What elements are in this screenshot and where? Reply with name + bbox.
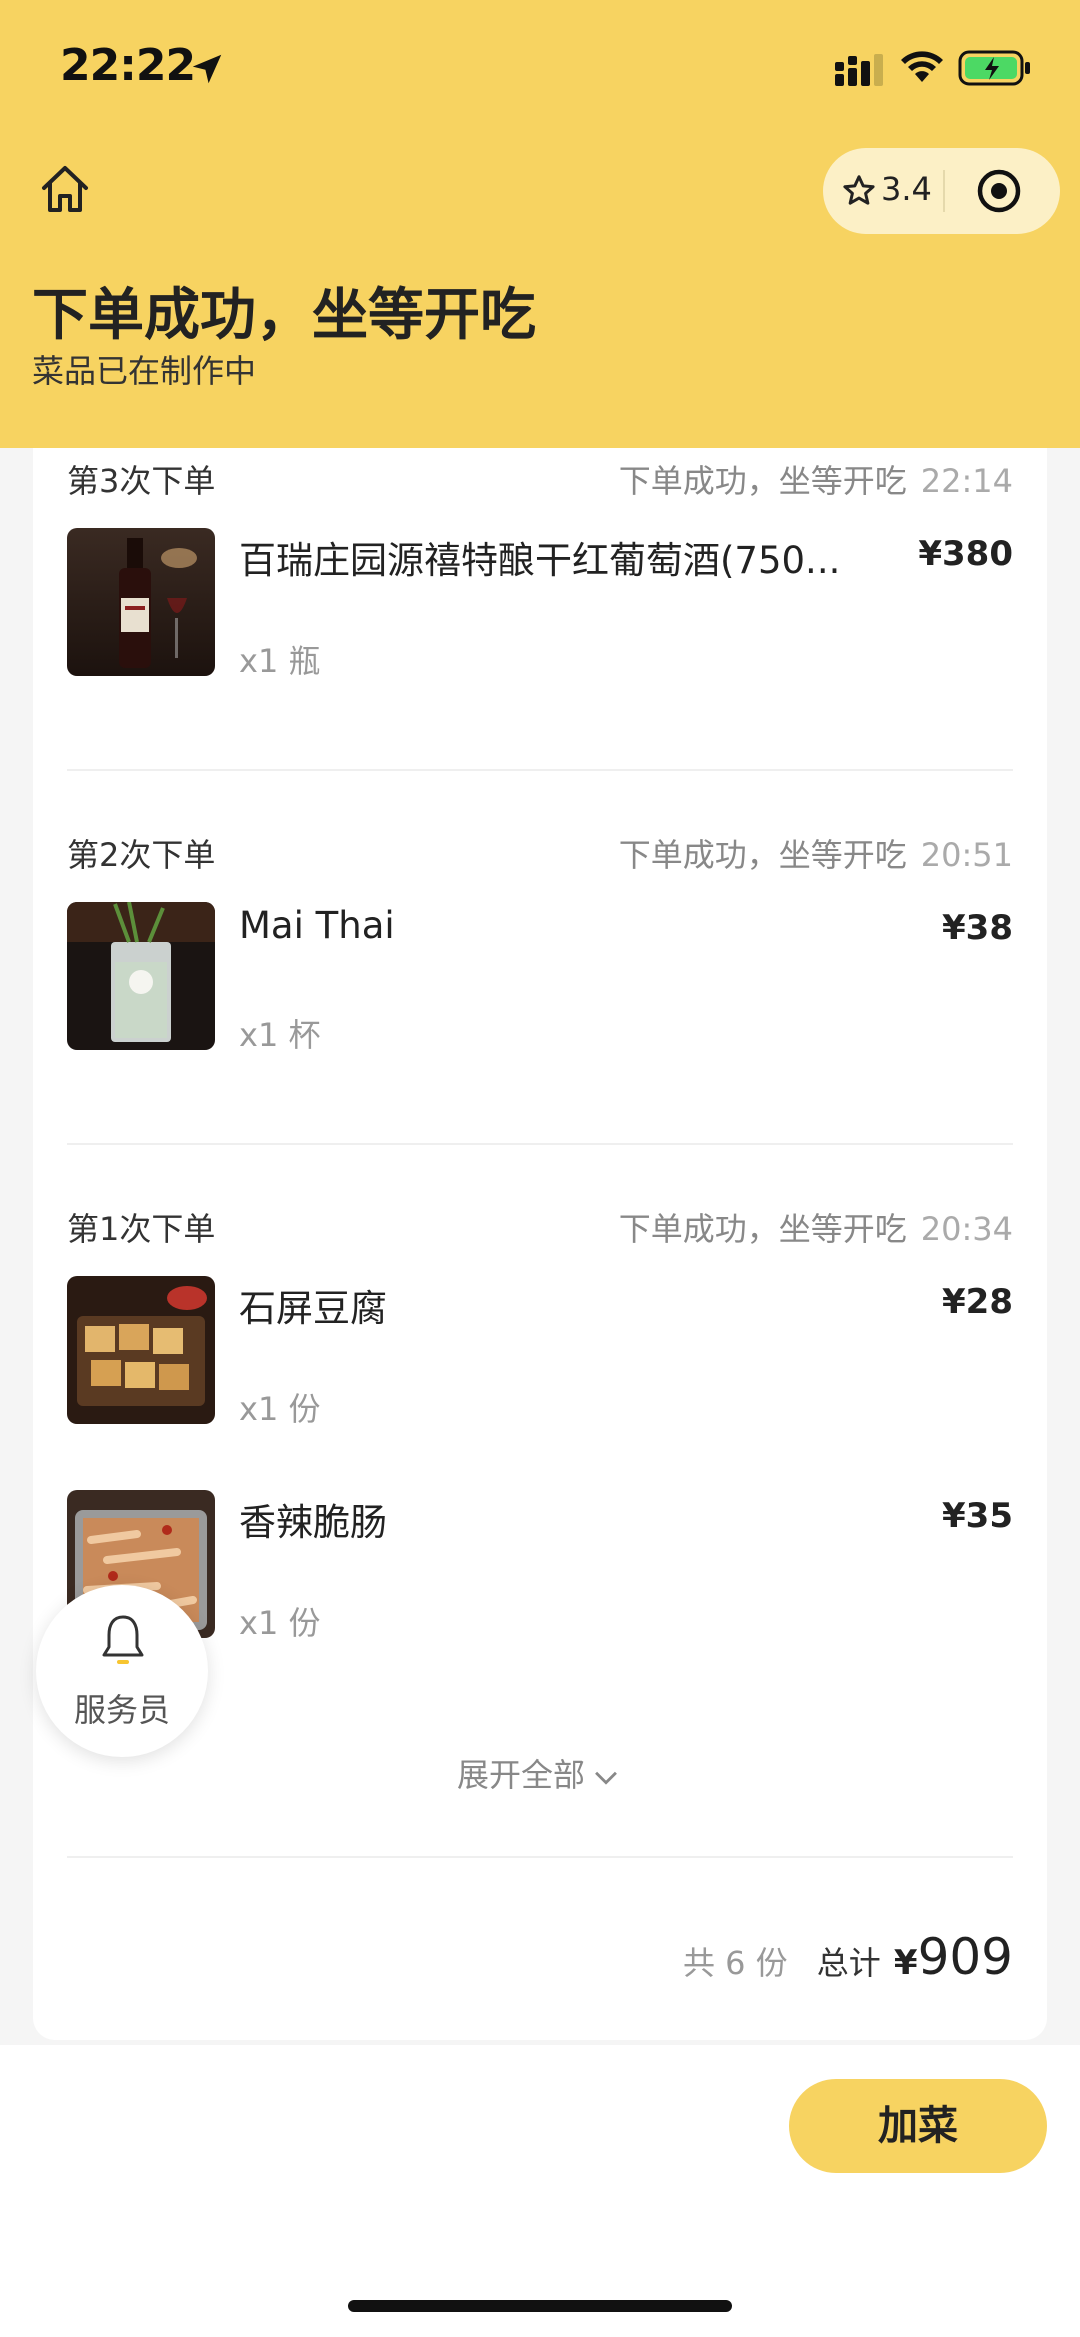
currency-symbol: ¥: [893, 1943, 918, 1983]
item-name: 百瑞庄园源禧特酿干红葡萄酒(750...: [239, 539, 841, 582]
bell-icon: [102, 1615, 144, 1664]
location-arrow-icon: [192, 54, 222, 84]
add-dish-button[interactable]: 加菜: [789, 2079, 1047, 2173]
order-divider: [67, 1143, 1013, 1145]
capsule-divider: [943, 170, 945, 212]
order-status-page: 22:22 3.4 下单成功，坐等开吃 菜品已在制作中 第3次下单 下单成功，坐…: [0, 0, 1080, 2337]
item-quantity: x1 杯: [239, 1016, 321, 1054]
order-divider: [67, 769, 1013, 771]
star-icon[interactable]: [841, 173, 877, 209]
cellular-signal-icon: [835, 54, 883, 86]
order-status: 下单成功，坐等开吃: [618, 1210, 907, 1248]
chevron-down-icon: [595, 1771, 617, 1785]
expand-all-button[interactable]: 展开全部: [33, 1750, 1047, 1796]
home-icon[interactable]: [36, 160, 94, 218]
wine-bottle-image: [67, 528, 215, 676]
order-index: 第2次下单: [67, 836, 216, 874]
order-status: 下单成功，坐等开吃: [618, 462, 907, 500]
order-meta: 下单成功，坐等开吃 20:34: [619, 1204, 1013, 1250]
item-name: 石屏豆腐: [239, 1287, 387, 1330]
order-time: 20:51: [920, 836, 1013, 874]
item-quantity: x1 瓶: [239, 642, 321, 680]
list-item[interactable]: 香辣脆肠 ¥35 x1 份: [67, 1490, 1013, 1642]
home-indicator: [348, 2300, 732, 2312]
item-quantity: x1 份: [239, 1604, 321, 1642]
item-price: ¥35: [942, 1496, 1013, 1536]
wifi-icon: [901, 51, 943, 82]
order-time: 22:14: [920, 462, 1013, 500]
item-quantity: x1 份: [239, 1390, 321, 1428]
call-waiter-button[interactable]: 服务员: [36, 1585, 208, 1757]
tofu-image: [67, 1276, 215, 1424]
order-status: 下单成功，坐等开吃: [618, 836, 907, 874]
order-header: 第2次下单 下单成功，坐等开吃 20:51: [67, 830, 1013, 876]
item-count: 共 6 份: [682, 1944, 788, 1982]
rating-value[interactable]: 3.4: [881, 170, 932, 208]
item-price: ¥38: [942, 908, 1013, 948]
order-index: 第1次下单: [67, 1210, 216, 1248]
close-target-icon[interactable]: [975, 167, 1023, 215]
waiter-label: 服务员: [73, 1691, 170, 1729]
item-price: ¥28: [942, 1282, 1013, 1322]
total-label: 总计: [816, 1944, 881, 1982]
item-name: Mai Thai: [239, 904, 395, 947]
battery-icon: [958, 50, 1030, 86]
expand-all-label: 展开全部: [456, 1756, 585, 1794]
summary-divider: [67, 1856, 1013, 1858]
order-card: 第3次下单 下单成功，坐等开吃 22:14 百瑞庄园源禧特酿干红葡萄酒(750.…: [33, 448, 1047, 2040]
list-item[interactable]: 百瑞庄园源禧特酿干红葡萄酒(750... ¥380 x1 瓶: [67, 528, 1013, 680]
list-item[interactable]: 石屏豆腐 ¥28 x1 份: [67, 1276, 1013, 1428]
order-index: 第3次下单: [67, 462, 216, 500]
order-meta: 下单成功，坐等开吃 20:51: [619, 830, 1013, 876]
status-bar: 22:22: [0, 0, 1080, 135]
order-header: 第3次下单 下单成功，坐等开吃 22:14: [67, 456, 1013, 502]
item-price: ¥380: [918, 534, 1013, 574]
item-name: 香辣脆肠: [239, 1501, 387, 1544]
status-time: 22:22: [60, 40, 196, 91]
mini-program-capsule: 3.4: [823, 148, 1060, 234]
page-title: 下单成功，坐等开吃: [32, 283, 536, 348]
page-subtitle: 菜品已在制作中: [32, 352, 257, 390]
order-header: 第1次下单 下单成功，坐等开吃 20:34: [67, 1204, 1013, 1250]
header: 22:22 3.4 下单成功，坐等开吃 菜品已在制作中: [0, 0, 1080, 448]
cocktail-image: [67, 902, 215, 1050]
order-time: 20:34: [920, 1210, 1013, 1248]
list-item[interactable]: Mai Thai ¥38 x1 杯: [67, 902, 1013, 1054]
order-meta: 下单成功，坐等开吃 22:14: [619, 456, 1013, 502]
order-summary: 共 6 份 总计 ¥909: [683, 1928, 1013, 1988]
total-amount: 909: [917, 1928, 1013, 1986]
